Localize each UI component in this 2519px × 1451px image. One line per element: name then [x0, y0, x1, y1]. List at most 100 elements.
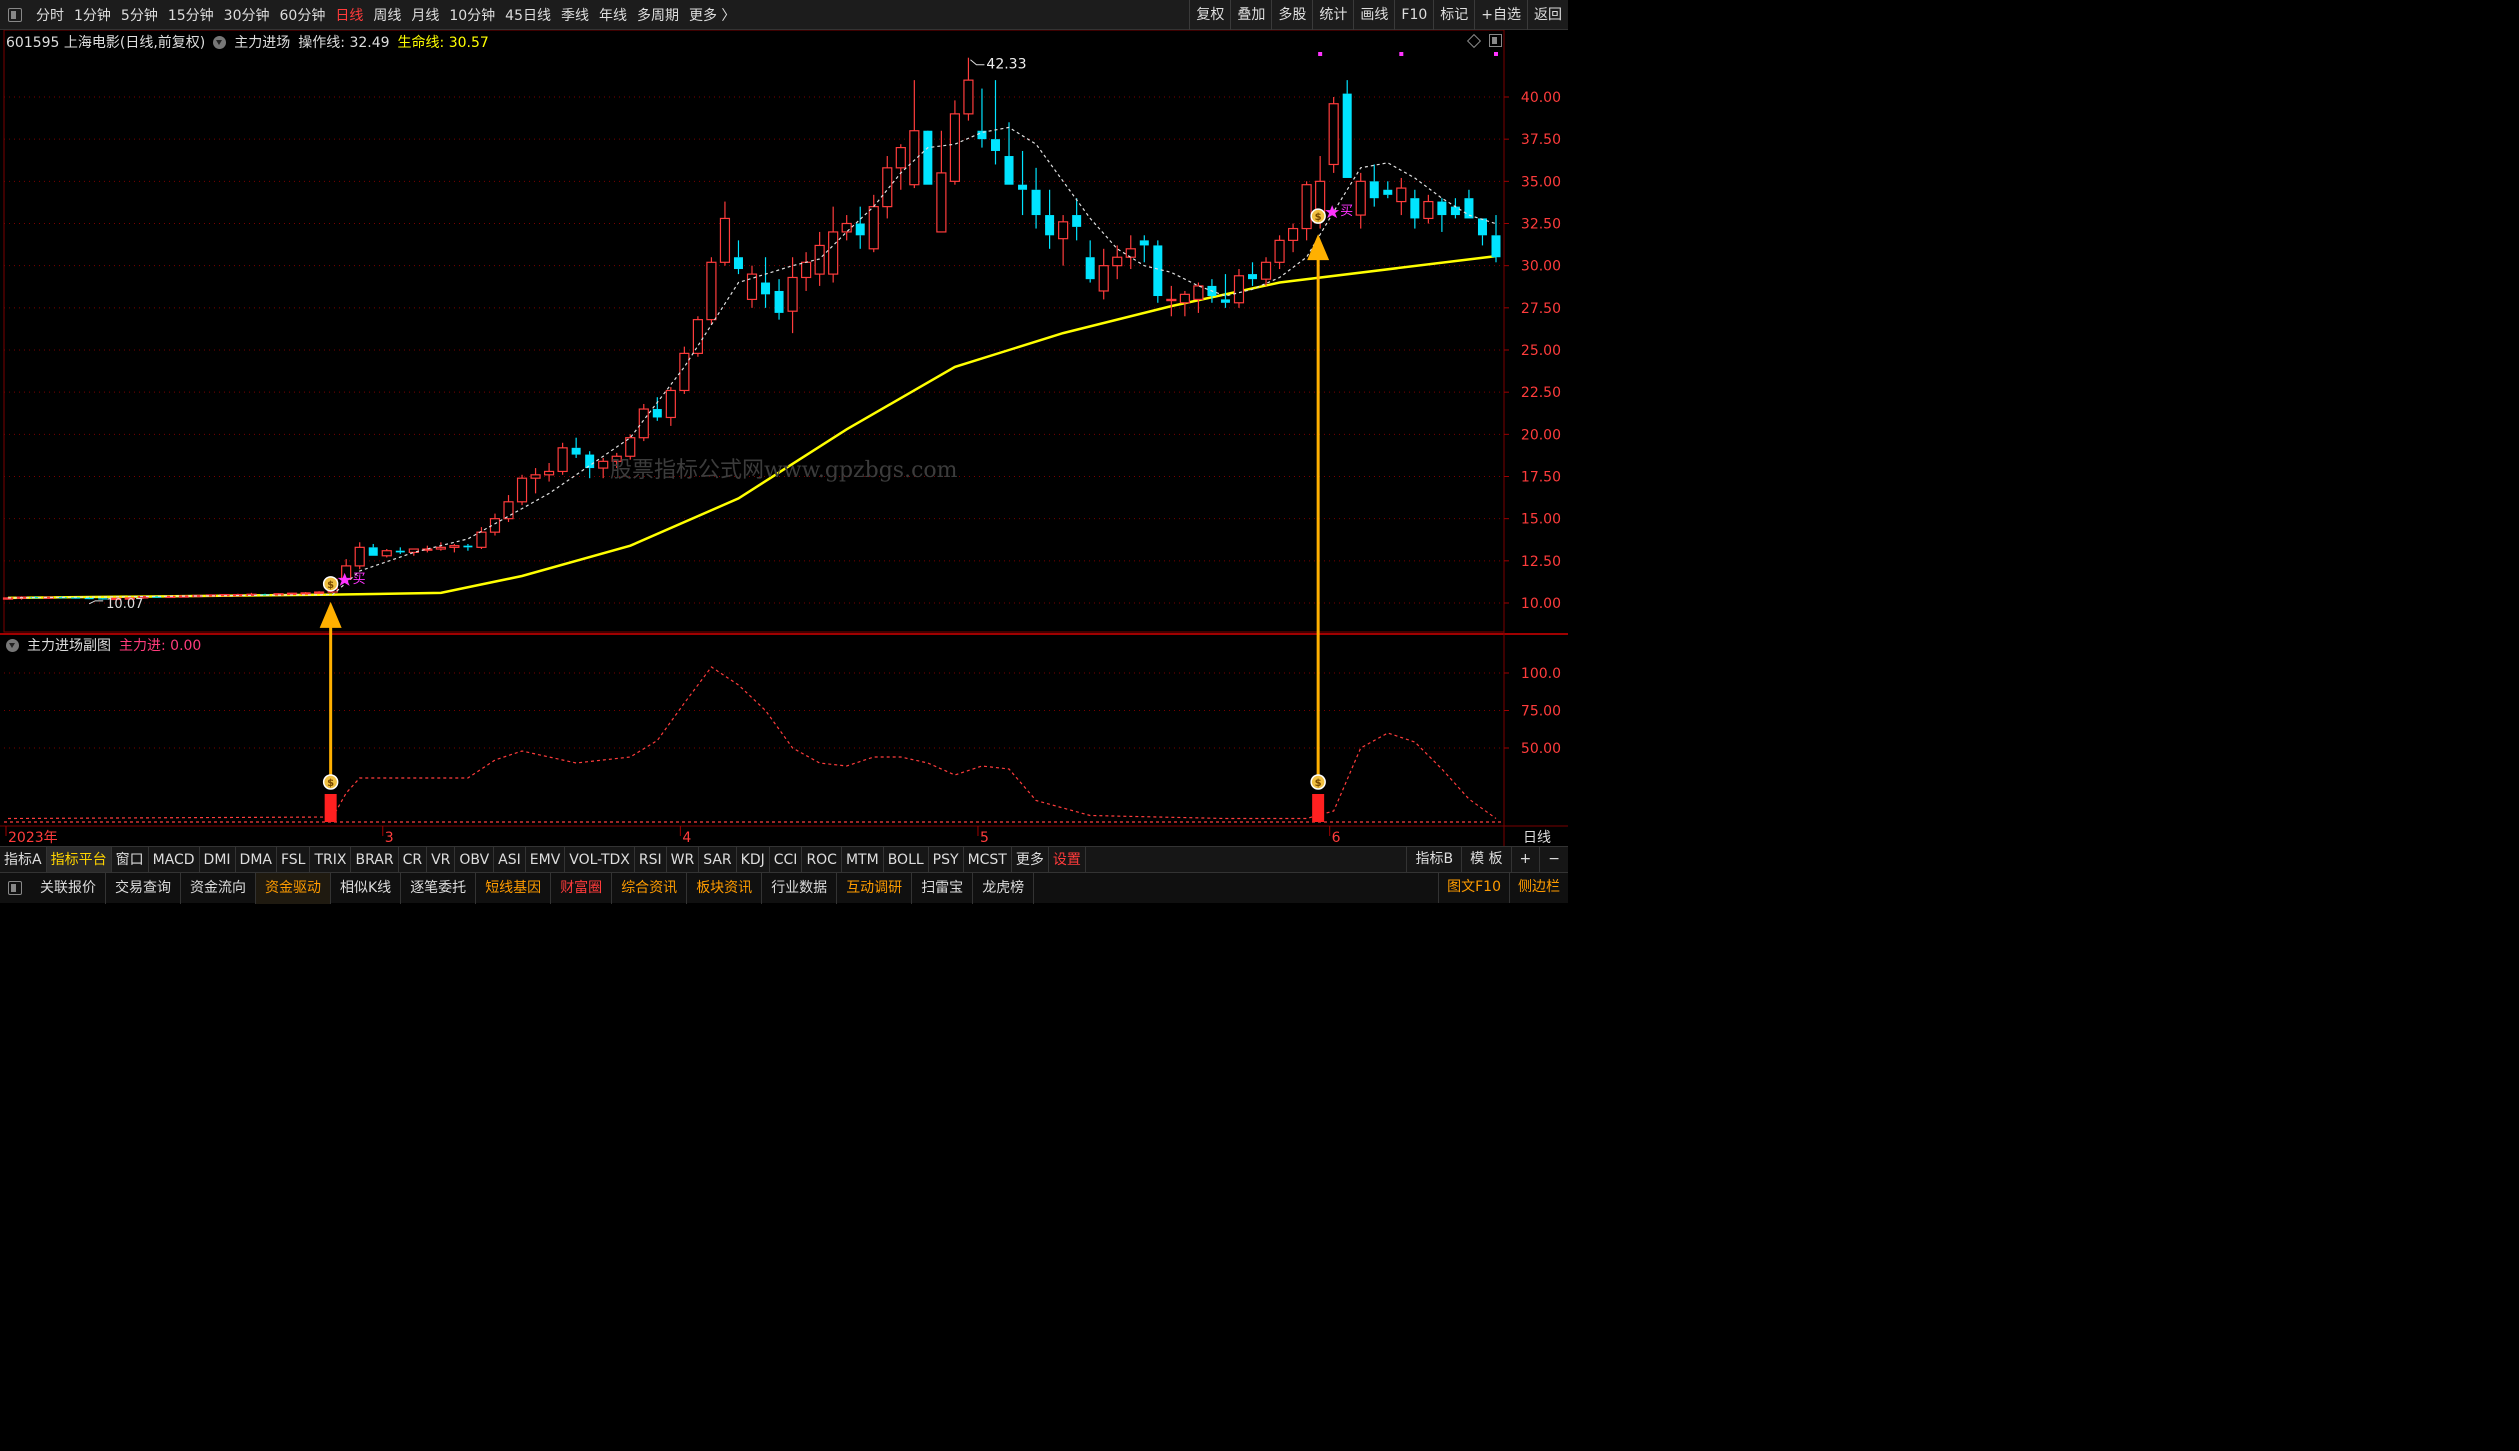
- period-tab[interactable]: 更多 〉: [684, 5, 740, 25]
- diamond-icon[interactable]: [1466, 33, 1482, 48]
- tool-button[interactable]: 标记: [1433, 0, 1474, 30]
- tool-button[interactable]: +自选: [1474, 0, 1527, 30]
- indicator-tab[interactable]: PSY: [929, 846, 964, 873]
- bottom-tab[interactable]: 交易查询: [106, 872, 181, 904]
- indicator-tab[interactable]: CR: [399, 846, 428, 873]
- indicator-menu-icon[interactable]: [213, 35, 227, 49]
- candle: [286, 592, 298, 596]
- sub-indicator-menu-icon[interactable]: [6, 638, 19, 652]
- bottom-tab[interactable]: 综合资讯: [612, 872, 688, 904]
- indicator-b-button[interactable]: 指标B: [1406, 846, 1461, 872]
- layout-toggle-icon[interactable]: [1489, 34, 1502, 47]
- bottom-tab[interactable]: 龙虎榜: [973, 872, 1035, 904]
- period-tab[interactable]: 60分钟: [275, 5, 331, 25]
- f10-button[interactable]: 图文F10: [1438, 872, 1509, 903]
- candle-body-up: [1125, 248, 1136, 258]
- bottom-tab[interactable]: 资金驱动: [256, 872, 331, 904]
- buy-arrow-head: [319, 601, 342, 628]
- tool-button[interactable]: 多股: [1271, 0, 1312, 30]
- bottom-tab[interactable]: 相似K线: [331, 872, 402, 904]
- candle-body-up: [1396, 187, 1407, 203]
- indicator-tab[interactable]: VOL-TDX: [565, 846, 635, 873]
- window-toggle-icon[interactable]: [8, 8, 22, 22]
- price-tick-label: 20.00: [1521, 427, 1561, 443]
- period-tab[interactable]: 45日线: [500, 5, 556, 25]
- candle-body-down: [1153, 245, 1163, 297]
- bottom-tab[interactable]: 行业数据: [762, 872, 838, 904]
- period-tab[interactable]: 15分钟: [163, 5, 219, 25]
- main-force-line: [7, 666, 1497, 820]
- indicator-tab[interactable]: 设置: [1049, 846, 1086, 873]
- period-tab[interactable]: 年线: [594, 5, 632, 25]
- indicator-tab[interactable]: MACD: [149, 846, 200, 873]
- sidebar-button[interactable]: 侧边栏: [1509, 872, 1568, 903]
- candle-body-up: [1179, 293, 1190, 304]
- indicator-tab[interactable]: BRAR: [351, 846, 399, 873]
- tool-button[interactable]: 叠加: [1230, 0, 1271, 30]
- indicator-tab[interactable]: BOLL: [884, 846, 929, 873]
- bottom-tab[interactable]: 扫雷宝: [912, 872, 974, 904]
- indicator-tab[interactable]: 窗口: [112, 846, 149, 873]
- indicator-tab[interactable]: OBV: [455, 846, 495, 873]
- period-tab[interactable]: 日线: [330, 5, 368, 25]
- sub-chart-title[interactable]: 主力进场副图: [27, 635, 111, 655]
- indicator-tab[interactable]: 更多: [1012, 846, 1049, 873]
- candle-body-down: [571, 447, 581, 455]
- candle-body-up: [1058, 221, 1069, 240]
- period-tab[interactable]: 月线: [406, 5, 444, 25]
- bottom-tab[interactable]: 资金流向: [181, 872, 256, 904]
- bottom-tab[interactable]: 板块资讯: [687, 872, 763, 904]
- period-tab[interactable]: 5分钟: [116, 5, 163, 25]
- period-tab[interactable]: 1分钟: [69, 5, 116, 25]
- period-tab[interactable]: 10分钟: [444, 5, 500, 25]
- indicator-tab[interactable]: 指标平台: [46, 846, 112, 873]
- indicator-tab[interactable]: FSL: [277, 846, 311, 873]
- template-button[interactable]: 模 板: [1461, 846, 1510, 872]
- bottom-tab[interactable]: 财富圈: [551, 872, 613, 904]
- tool-button[interactable]: 统计: [1312, 0, 1353, 30]
- candle: [774, 279, 784, 320]
- bottom-tab[interactable]: 关联报价: [31, 872, 106, 904]
- indicator-tab[interactable]: VR: [427, 846, 456, 873]
- candle: [1410, 189, 1420, 229]
- candle: [719, 201, 731, 266]
- indicator-tab[interactable]: 指标A: [0, 846, 47, 873]
- period-tab[interactable]: 周线: [368, 5, 406, 25]
- indicator-name[interactable]: 主力进场: [234, 32, 290, 52]
- bottom-tab[interactable]: 逐笔委托: [401, 872, 477, 904]
- period-tab[interactable]: 分时: [31, 5, 69, 25]
- period-tab[interactable]: 多周期: [632, 5, 684, 25]
- indicator-tab[interactable]: DMA: [236, 846, 277, 873]
- period-tab[interactable]: 30分钟: [219, 5, 275, 25]
- indicator-tab[interactable]: RSI: [635, 846, 667, 873]
- buy-bar: [324, 794, 337, 822]
- tool-button[interactable]: 返回: [1527, 0, 1568, 30]
- period-tab[interactable]: 季线: [556, 5, 594, 25]
- candle-body-up: [2, 597, 14, 600]
- indicator-tab[interactable]: SAR: [699, 846, 737, 873]
- candle: [828, 206, 839, 283]
- indicator-tab[interactable]: TRIX: [310, 846, 352, 873]
- bottom-window-toggle-icon[interactable]: [8, 881, 22, 895]
- zoom-in-button[interactable]: +: [1510, 846, 1540, 872]
- indicator-tab[interactable]: ROC: [802, 846, 842, 873]
- indicator-tab[interactable]: ASI: [494, 846, 526, 873]
- zoom-out-button[interactable]: −: [1539, 846, 1568, 872]
- indicator-tab[interactable]: MTM: [842, 846, 884, 873]
- indicator-tab[interactable]: WR: [667, 846, 700, 873]
- candle-body-up: [516, 477, 528, 503]
- bottom-tab[interactable]: 互动调研: [837, 872, 913, 904]
- tool-button[interactable]: F10: [1394, 0, 1433, 30]
- tool-button[interactable]: 复权: [1189, 0, 1230, 30]
- indicator-tab[interactable]: CCI: [770, 846, 803, 873]
- price-axis: 10.00 12.50 15.00 17.50 20.00 22.50 25.00 27.50…: [1504, 90, 1561, 757]
- tool-button[interactable]: 画线: [1353, 0, 1394, 30]
- indicator-tab[interactable]: EMV: [526, 846, 566, 873]
- indicator-tab[interactable]: MCST: [964, 846, 1012, 873]
- indicator-tab[interactable]: DMI: [200, 846, 236, 873]
- indicator-tab[interactable]: KDJ: [737, 846, 770, 873]
- candle-body-up: [882, 167, 893, 208]
- signal-dot: [1399, 52, 1404, 56]
- bottom-tab[interactable]: 短线基因: [476, 872, 552, 904]
- candle-body-up: [286, 592, 298, 596]
